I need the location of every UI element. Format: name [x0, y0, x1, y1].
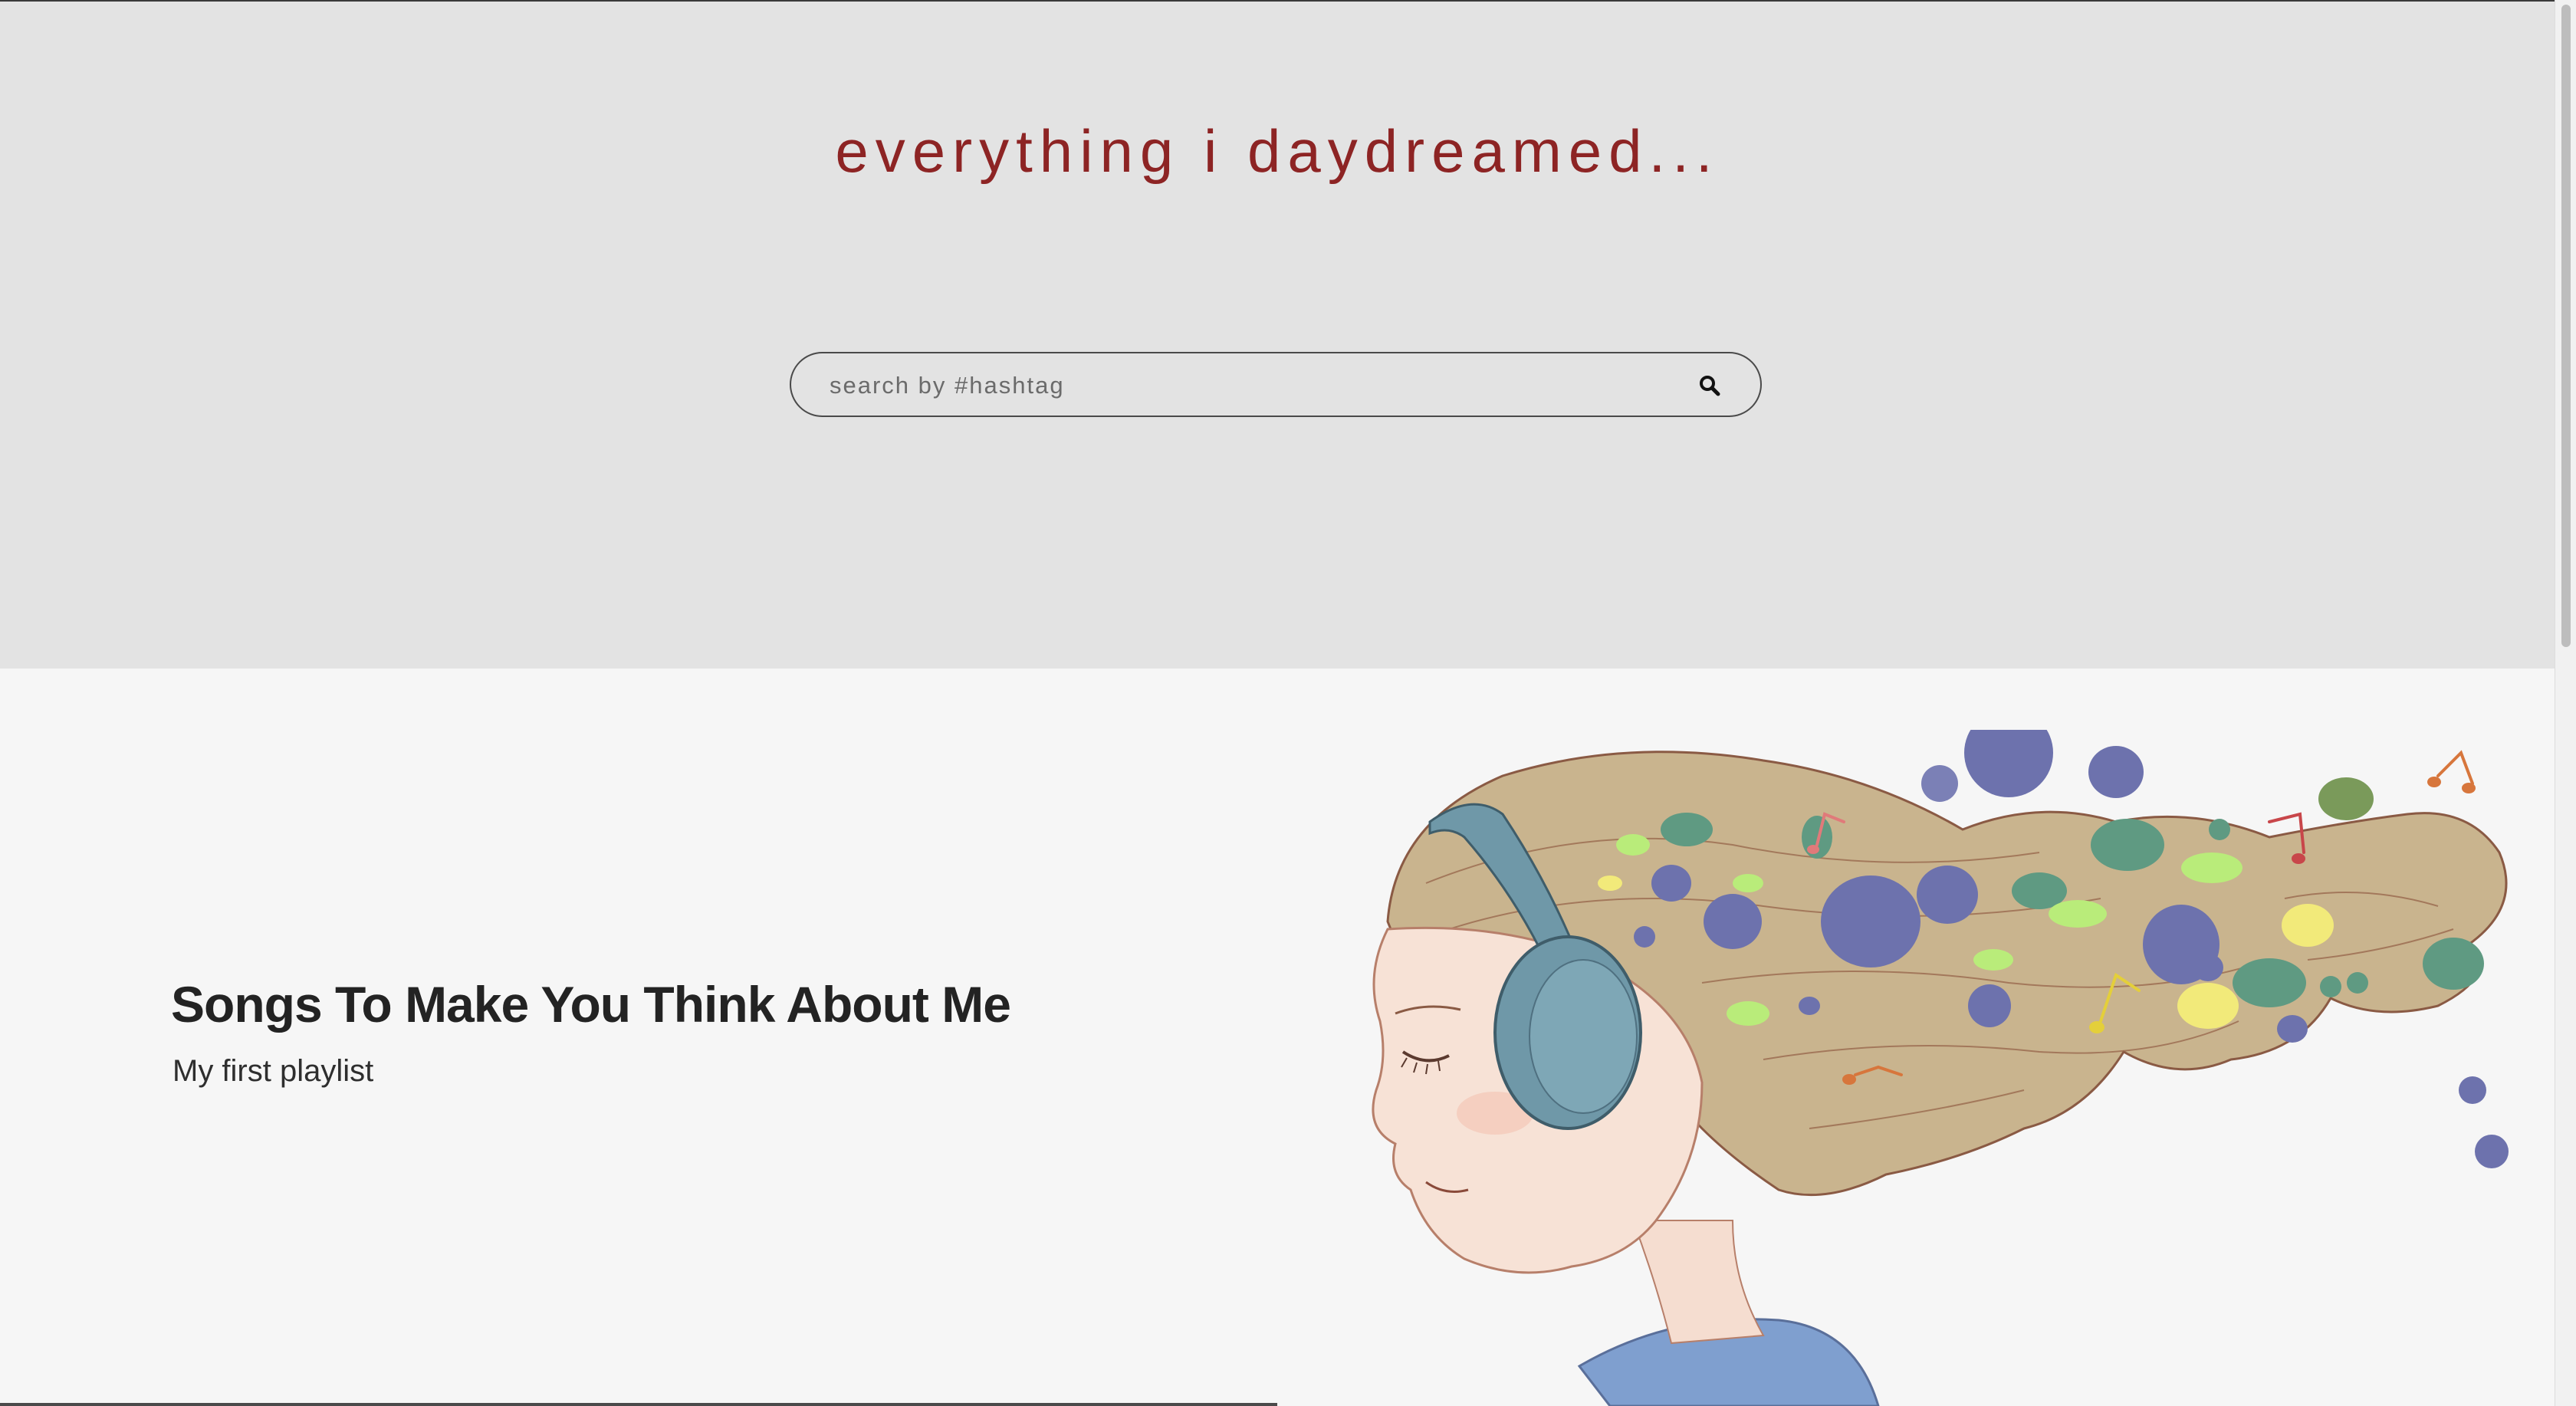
playlist-subtitle: My first playlist [172, 1054, 374, 1088]
playlist-section: Songs To Make You Think About Me My firs… [0, 669, 2555, 1406]
page: everything i daydreamed... Songs To Make… [0, 0, 2576, 1406]
girl-with-headphones-illustration [1372, 730, 2509, 1406]
bottom-progress-line [0, 1403, 1277, 1406]
hero-banner: everything i daydreamed... [0, 2, 2555, 669]
scrollbar-thumb[interactable] [2561, 5, 2571, 647]
search-icon [1700, 376, 1720, 396]
search-button[interactable] [1694, 370, 1725, 401]
playlist-title: Songs To Make You Think About Me [171, 976, 1011, 1033]
site-title: everything i daydreamed... [835, 117, 1720, 185]
search-bar [790, 352, 1762, 417]
search-input[interactable] [828, 353, 1636, 417]
scrollbar[interactable] [2555, 0, 2576, 1406]
